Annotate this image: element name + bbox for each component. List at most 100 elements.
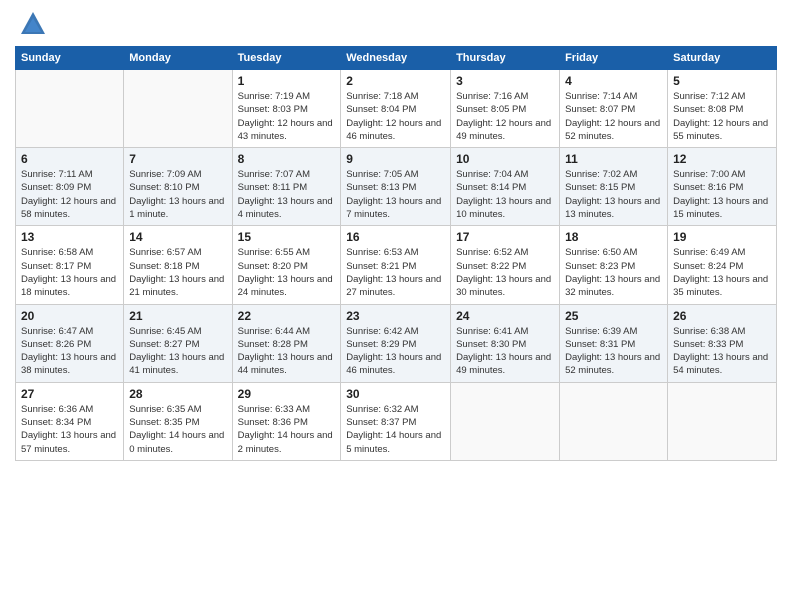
day-number: 13 [21,230,118,244]
day-number: 3 [456,74,554,88]
calendar-cell: 16 Sunrise: 6:53 AM Sunset: 8:21 PM Dayli… [341,226,451,304]
day-number: 24 [456,309,554,323]
calendar-cell: 30 Sunrise: 6:32 AM Sunset: 8:37 PM Dayli… [341,382,451,460]
day-number: 10 [456,152,554,166]
calendar-cell: 5 Sunrise: 7:12 AM Sunset: 8:08 PM Daylig… [668,70,777,148]
calendar-cell [124,70,232,148]
calendar-cell: 4 Sunrise: 7:14 AM Sunset: 8:07 PM Daylig… [560,70,668,148]
day-number: 8 [238,152,336,166]
day-number: 2 [346,74,445,88]
calendar-cell: 15 Sunrise: 6:55 AM Sunset: 8:20 PM Dayli… [232,226,341,304]
day-number: 4 [565,74,662,88]
calendar-cell: 6Sunrise: 7:11 AM Sunset: 8:09 PM Daylig… [16,148,124,226]
day-number: 19 [673,230,771,244]
week-row-2: 6Sunrise: 7:11 AM Sunset: 8:09 PM Daylig… [16,148,777,226]
weekday-header-row: SundayMondayTuesdayWednesdayThursdayFrid… [16,47,777,70]
day-number: 25 [565,309,662,323]
weekday-header-sunday: Sunday [16,47,124,70]
logo [15,10,47,38]
weekday-header-tuesday: Tuesday [232,47,341,70]
calendar-cell: 7 Sunrise: 7:09 AM Sunset: 8:10 PM Daylig… [124,148,232,226]
calendar-cell: 14 Sunrise: 6:57 AM Sunset: 8:18 PM Dayli… [124,226,232,304]
calendar-cell: 13 Sunrise: 6:58 AM Sunset: 8:17 PM Dayli… [16,226,124,304]
calendar-cell: 23Sunrise: 6:42 AM Sunset: 8:29 PM Dayli… [341,304,451,382]
day-info: Sunrise: 6:38 AM Sunset: 8:33 PM Dayligh… [673,325,771,378]
day-info: Sunrise: 7:02 AM Sunset: 8:15 PM Dayligh… [565,168,662,221]
day-number: 17 [456,230,554,244]
day-info: Sunrise: 6:49 AM Sunset: 8:24 PM Dayligh… [673,246,771,299]
day-number: 1 [238,74,336,88]
day-info: Sunrise: 6:47 AM Sunset: 8:26 PM Dayligh… [21,325,118,378]
week-row-5: 27 Sunrise: 6:36 AM Sunset: 8:34 PM Dayli… [16,382,777,460]
day-info: Sunrise: 7:12 AM Sunset: 8:08 PM Dayligh… [673,90,771,143]
day-info: Sunrise: 6:53 AM Sunset: 8:21 PM Dayligh… [346,246,445,299]
day-number: 6 [21,152,118,166]
day-number: 9 [346,152,445,166]
calendar-cell: 19 Sunrise: 6:49 AM Sunset: 8:24 PM Dayli… [668,226,777,304]
day-info: Sunrise: 6:50 AM Sunset: 8:23 PM Dayligh… [565,246,662,299]
day-info: Sunrise: 6:36 AM Sunset: 8:34 PM Dayligh… [21,403,118,456]
header [15,10,777,38]
day-number: 23 [346,309,445,323]
week-row-4: 20 Sunrise: 6:47 AM Sunset: 8:26 PM Dayli… [16,304,777,382]
weekday-header-thursday: Thursday [451,47,560,70]
calendar-cell: 20 Sunrise: 6:47 AM Sunset: 8:26 PM Dayli… [16,304,124,382]
day-info: Sunrise: 7:16 AM Sunset: 8:05 PM Dayligh… [456,90,554,143]
day-number: 28 [129,387,226,401]
day-info: Sunrise: 7:14 AM Sunset: 8:07 PM Dayligh… [565,90,662,143]
calendar-cell: 18 Sunrise: 6:50 AM Sunset: 8:23 PM Dayli… [560,226,668,304]
day-info: Sunrise: 7:04 AM Sunset: 8:14 PM Dayligh… [456,168,554,221]
day-number: 18 [565,230,662,244]
day-info: Sunrise: 6:58 AM Sunset: 8:17 PM Dayligh… [21,246,118,299]
calendar-cell: 3 Sunrise: 7:16 AM Sunset: 8:05 PM Daylig… [451,70,560,148]
calendar-cell: 2 Sunrise: 7:18 AM Sunset: 8:04 PM Daylig… [341,70,451,148]
day-number: 26 [673,309,771,323]
calendar-cell: 9 Sunrise: 7:05 AM Sunset: 8:13 PM Daylig… [341,148,451,226]
calendar-page: SundayMondayTuesdayWednesdayThursdayFrid… [0,0,792,612]
day-info: Sunrise: 7:18 AM Sunset: 8:04 PM Dayligh… [346,90,445,143]
day-number: 14 [129,230,226,244]
day-number: 29 [238,387,336,401]
day-info: Sunrise: 6:44 AM Sunset: 8:28 PM Dayligh… [238,325,336,378]
weekday-header-wednesday: Wednesday [341,47,451,70]
day-number: 12 [673,152,771,166]
day-number: 27 [21,387,118,401]
day-info: Sunrise: 6:35 AM Sunset: 8:35 PM Dayligh… [129,403,226,456]
calendar-cell: 27 Sunrise: 6:36 AM Sunset: 8:34 PM Dayli… [16,382,124,460]
day-number: 7 [129,152,226,166]
day-info: Sunrise: 6:45 AM Sunset: 8:27 PM Dayligh… [129,325,226,378]
day-number: 20 [21,309,118,323]
calendar-cell: 8Sunrise: 7:07 AM Sunset: 8:11 PM Daylig… [232,148,341,226]
day-info: Sunrise: 7:05 AM Sunset: 8:13 PM Dayligh… [346,168,445,221]
day-number: 30 [346,387,445,401]
day-info: Sunrise: 6:55 AM Sunset: 8:20 PM Dayligh… [238,246,336,299]
calendar-cell: 12 Sunrise: 7:00 AM Sunset: 8:16 PM Dayli… [668,148,777,226]
weekday-header-monday: Monday [124,47,232,70]
day-info: Sunrise: 6:32 AM Sunset: 8:37 PM Dayligh… [346,403,445,456]
day-number: 11 [565,152,662,166]
day-info: Sunrise: 6:33 AM Sunset: 8:36 PM Dayligh… [238,403,336,456]
calendar-cell: 1Sunrise: 7:19 AM Sunset: 8:03 PM Daylig… [232,70,341,148]
calendar-cell [560,382,668,460]
calendar-cell: 10 Sunrise: 7:04 AM Sunset: 8:14 PM Dayli… [451,148,560,226]
calendar-cell: 21Sunrise: 6:45 AM Sunset: 8:27 PM Dayli… [124,304,232,382]
day-number: 5 [673,74,771,88]
day-number: 16 [346,230,445,244]
day-info: Sunrise: 7:00 AM Sunset: 8:16 PM Dayligh… [673,168,771,221]
logo-icon [19,10,47,38]
weekday-header-saturday: Saturday [668,47,777,70]
week-row-1: 1Sunrise: 7:19 AM Sunset: 8:03 PM Daylig… [16,70,777,148]
day-info: Sunrise: 6:52 AM Sunset: 8:22 PM Dayligh… [456,246,554,299]
calendar-cell [668,382,777,460]
calendar-table: SundayMondayTuesdayWednesdayThursdayFrid… [15,46,777,461]
calendar-cell: 25Sunrise: 6:39 AM Sunset: 8:31 PM Dayli… [560,304,668,382]
day-number: 15 [238,230,336,244]
calendar-cell: 28 Sunrise: 6:35 AM Sunset: 8:35 PM Dayli… [124,382,232,460]
calendar-cell [451,382,560,460]
weekday-header-friday: Friday [560,47,668,70]
day-info: Sunrise: 6:57 AM Sunset: 8:18 PM Dayligh… [129,246,226,299]
calendar-cell: 29 Sunrise: 6:33 AM Sunset: 8:36 PM Dayli… [232,382,341,460]
day-info: Sunrise: 7:09 AM Sunset: 8:10 PM Dayligh… [129,168,226,221]
calendar-cell [16,70,124,148]
calendar-cell: 26 Sunrise: 6:38 AM Sunset: 8:33 PM Dayli… [668,304,777,382]
